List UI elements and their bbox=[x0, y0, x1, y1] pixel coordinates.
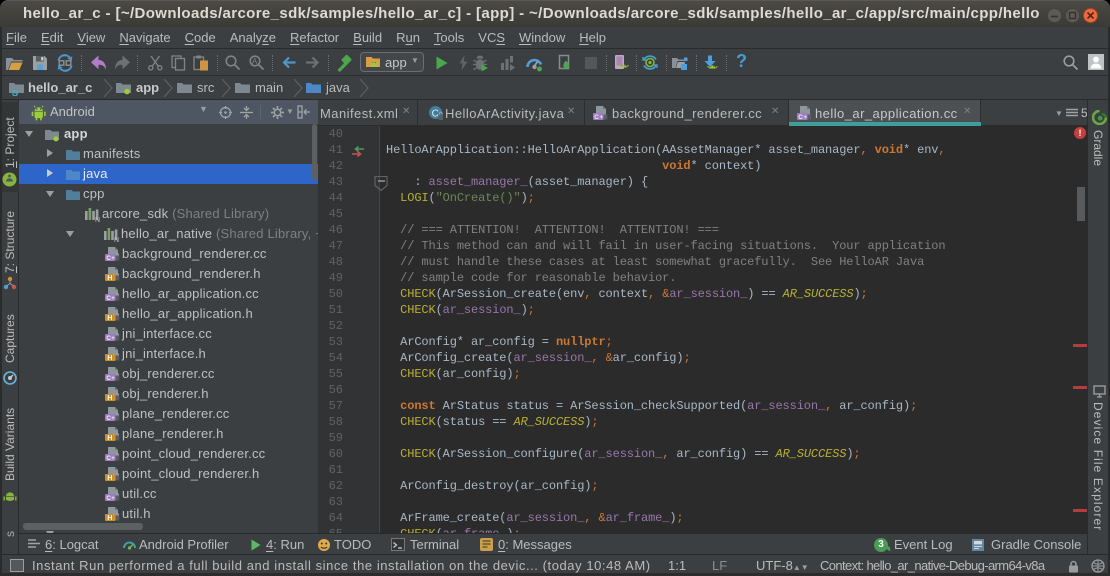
svg-text:H: H bbox=[107, 475, 112, 482]
svg-text:N: N bbox=[114, 237, 119, 242]
svg-text:C+: C+ bbox=[594, 114, 603, 121]
svg-text:H: H bbox=[107, 515, 112, 522]
svg-text:H: H bbox=[107, 395, 112, 402]
svg-text:C+: C+ bbox=[106, 255, 115, 262]
svg-text:H: H bbox=[107, 355, 112, 362]
svg-text:C+: C+ bbox=[106, 415, 115, 422]
svg-text:A: A bbox=[252, 57, 258, 66]
svg-text:C+: C+ bbox=[106, 295, 115, 302]
svg-text:C: C bbox=[432, 109, 440, 120]
svg-text:N: N bbox=[95, 217, 100, 222]
svg-text:C+: C+ bbox=[106, 335, 115, 342]
svg-text:C+: C+ bbox=[106, 455, 115, 462]
svg-text:C+: C+ bbox=[106, 495, 115, 502]
svg-text:H: H bbox=[107, 315, 112, 322]
svg-text:H: H bbox=[107, 435, 112, 442]
svg-text:H: H bbox=[107, 275, 112, 282]
svg-text:C+: C+ bbox=[798, 114, 807, 121]
svg-text:C+: C+ bbox=[106, 375, 115, 382]
